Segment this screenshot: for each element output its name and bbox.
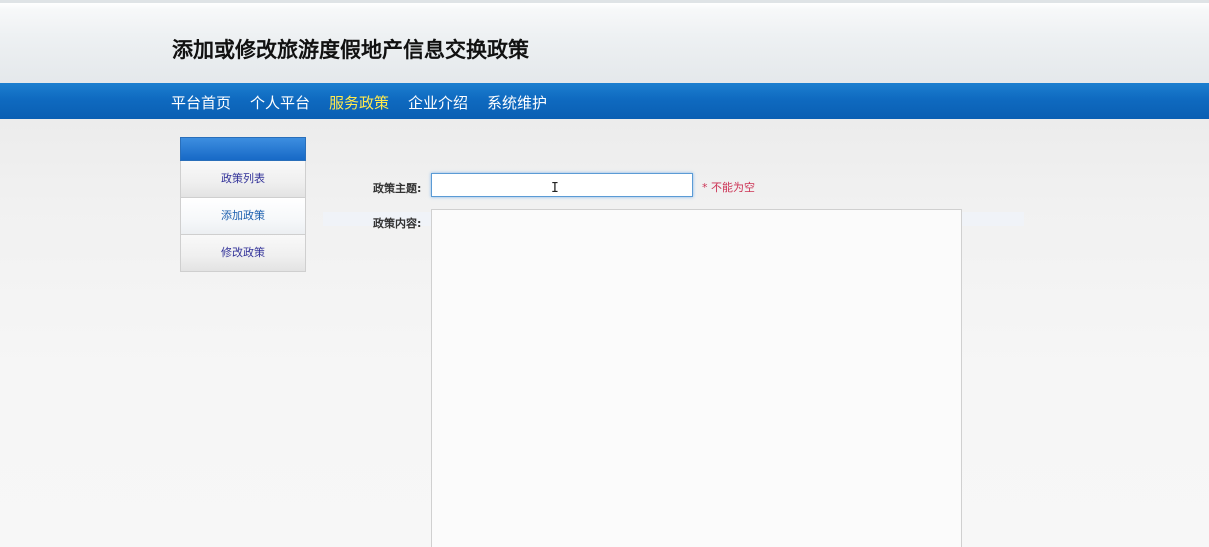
nav-item-system[interactable]: 系统维护 [487,92,547,113]
page: 添加或修改旅游度假地产信息交换政策 平台首页 个人平台 服务政策 企业介绍 系统… [0,0,1209,547]
nav-item-company[interactable]: 企业介绍 [408,92,468,113]
side-item-edit-policy[interactable]: 修改政策 [180,235,306,272]
nav-item-home[interactable]: 平台首页 [171,92,231,113]
text-cursor-icon: I [551,181,559,196]
subject-input[interactable] [431,173,693,197]
page-title: 添加或修改旅游度假地产信息交换政策 [172,37,529,62]
nav-item-personal[interactable]: 个人平台 [250,92,310,113]
content-editor[interactable] [431,209,962,547]
subject-label: 政策主题: [373,182,422,195]
side-item-policy-list[interactable]: 政策列表 [180,161,306,198]
side-menu: 政策列表 添加政策 修改政策 [180,137,306,272]
header: 添加或修改旅游度假地产信息交换政策 [0,0,1209,83]
nav-item-policy[interactable]: 服务政策 [329,92,389,113]
side-menu-header [180,137,306,161]
required-note: * 不能为空 [702,181,755,194]
main-nav: 平台首页 个人平台 服务政策 企业介绍 系统维护 [0,83,1209,119]
side-item-add-policy[interactable]: 添加政策 [180,198,306,235]
content-label: 政策内容: [373,217,422,230]
